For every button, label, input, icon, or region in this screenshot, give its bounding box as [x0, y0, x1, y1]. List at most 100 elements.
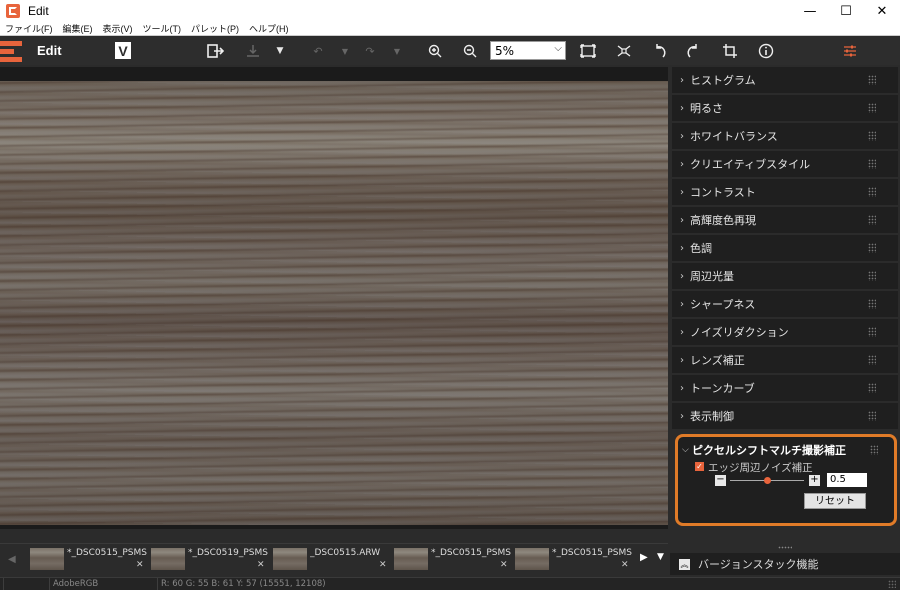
increase-button[interactable]: + [809, 475, 820, 486]
filmstrip-next-icon[interactable]: ▶ [640, 552, 648, 563]
zoom-value: 5% [495, 43, 515, 58]
close-icon[interactable]: ✕ [257, 560, 265, 570]
chevron-down-icon: ⌵ [682, 445, 689, 455]
chevron-right-icon: › [680, 242, 684, 254]
chevron-right-icon: › [680, 354, 684, 366]
minimize-button[interactable]: — [792, 0, 828, 22]
filmstrip-item[interactable]: *_DSC0515_PSMS ... ✕ [394, 546, 512, 574]
chevron-right-icon: › [680, 74, 684, 86]
filmstrip-item[interactable]: *_DSC0515_PSMS... ✕ [30, 546, 148, 574]
palette-sharpness[interactable]: › シャープネス [672, 291, 898, 317]
info-icon[interactable] [756, 41, 776, 61]
chevron-right-icon: › [680, 102, 684, 114]
drag-handle-icon[interactable] [868, 131, 876, 141]
chevron-right-icon: › [680, 158, 684, 170]
filmstrip-menu-icon[interactable]: ▼ [657, 552, 664, 562]
zoom-in-icon[interactable] [425, 41, 445, 61]
drag-handle-icon[interactable] [868, 103, 876, 113]
save-dropdown-icon[interactable]: ▼ [270, 41, 290, 61]
panel-splitter-handle[interactable] [778, 546, 792, 549]
window-title: Edit [28, 4, 49, 18]
save-icon[interactable] [243, 41, 263, 61]
viewer-switch-button[interactable]: V [115, 42, 131, 59]
drag-handle-icon[interactable] [868, 159, 876, 169]
palette-white-balance[interactable]: › ホワイトバランス [672, 123, 898, 149]
zoom-out-icon[interactable] [460, 41, 480, 61]
close-icon[interactable]: ✕ [621, 560, 629, 570]
resize-grip-icon[interactable] [888, 580, 896, 588]
palette-tone-curve[interactable]: › トーンカーブ [672, 375, 898, 401]
palette-highlight-color[interactable]: › 高輝度色再現 [672, 207, 898, 233]
actual-size-icon[interactable] [614, 41, 634, 61]
redo-dropdown-icon[interactable]: ▼ [387, 41, 407, 61]
menu-file[interactable]: ファイル(F) [0, 22, 58, 35]
drag-handle-icon[interactable] [868, 187, 876, 197]
undo-dropdown-icon[interactable]: ▼ [335, 41, 355, 61]
filmstrip-item[interactable]: *_DSC0515_PSMS ... ✕ [515, 546, 633, 574]
redo-icon[interactable]: ↷ [360, 41, 380, 61]
chevron-right-icon: › [680, 382, 684, 394]
edge-noise-value-input[interactable]: 0.5 [827, 473, 867, 487]
drag-handle-icon[interactable] [868, 411, 876, 421]
image-canvas[interactable] [0, 67, 668, 529]
thumbnail [273, 548, 307, 570]
drag-handle-icon[interactable] [868, 299, 876, 309]
maximize-button[interactable]: ☐ [828, 0, 864, 22]
filmstrip-prev-icon[interactable]: ◀ [8, 554, 16, 565]
expand-up-icon[interactable]: ︽ [679, 558, 690, 570]
version-stack-bar[interactable]: ︽ バージョンスタック機能 [670, 553, 900, 575]
close-icon[interactable]: ✕ [136, 560, 144, 570]
undo-icon[interactable]: ↶ [308, 41, 328, 61]
filmstrip-item[interactable]: *_DSC0519_PSMS1... ✕ [151, 546, 269, 574]
palette-tone[interactable]: › 色調 [672, 235, 898, 261]
crop-icon[interactable] [720, 41, 740, 61]
palette-vignetting[interactable]: › 周辺光量 [672, 263, 898, 289]
close-icon[interactable]: ✕ [500, 560, 508, 570]
filmstrip-item[interactable]: _DSC0515.ARW ✕ [273, 546, 391, 574]
close-icon[interactable]: ✕ [379, 560, 387, 570]
fit-to-window-icon[interactable] [578, 41, 598, 61]
pixel-info-status: R: 60 G: 55 B: 61 Y: 57 (15551, 12108) [157, 578, 557, 590]
adjustments-panel-icon[interactable] [840, 41, 860, 61]
drag-handle-icon[interactable] [868, 327, 876, 337]
chevron-right-icon: › [680, 270, 684, 282]
rotate-left-icon[interactable] [650, 41, 670, 61]
thumbnail [151, 548, 185, 570]
export-icon[interactable] [206, 41, 226, 61]
status-empty [3, 578, 49, 590]
slider-handle[interactable] [763, 477, 771, 484]
drag-handle-icon[interactable] [868, 383, 876, 393]
palette-pixel-shift-header[interactable]: ⌵ ピクセルシフトマルチ撮影補正 [682, 442, 846, 458]
drag-handle-icon[interactable] [868, 75, 876, 85]
thumbnail [30, 548, 64, 570]
toolbar: Edit V ▼ ↶ ▼ ↷ ▼ 5% ⌵ [0, 37, 900, 65]
edge-noise-label: エッジ周辺ノイズ補正 [708, 462, 813, 474]
title-bar: Edit — ☐ ✕ [0, 0, 900, 22]
reset-button[interactable]: リセット [804, 493, 866, 509]
palette-lens-correction[interactable]: › レンズ補正 [672, 347, 898, 373]
palette-contrast[interactable]: › コントラスト [672, 179, 898, 205]
drag-handle-icon[interactable] [868, 215, 876, 225]
close-button[interactable]: ✕ [864, 0, 900, 22]
drag-handle-icon[interactable] [868, 271, 876, 281]
zoom-select[interactable]: 5% ⌵ [490, 41, 566, 60]
palette-noise-reduction[interactable]: › ノイズリダクション [672, 319, 898, 345]
menu-tools[interactable]: ツール(T) [138, 22, 187, 35]
menu-edit[interactable]: 編集(E) [58, 22, 98, 35]
decrease-button[interactable]: − [715, 475, 726, 486]
edge-noise-checkbox[interactable]: ✓ [695, 462, 704, 471]
drag-handle-icon[interactable] [868, 243, 876, 253]
thumbnail [515, 548, 549, 570]
palette-creative-style[interactable]: › クリエイティブスタイル [672, 151, 898, 177]
drag-handle-icon[interactable] [868, 355, 876, 365]
menu-bar: ファイル(F) 編集(E) 表示(V) ツール(T) パレット(P) ヘルプ(H… [0, 22, 900, 36]
chevron-right-icon: › [680, 326, 684, 338]
rotate-right-icon[interactable] [683, 41, 703, 61]
menu-palette[interactable]: パレット(P) [186, 22, 244, 35]
palette-histogram[interactable]: › ヒストグラム [672, 67, 898, 93]
palette-display-control[interactable]: › 表示制御 [672, 403, 898, 429]
menu-help[interactable]: ヘルプ(H) [244, 22, 294, 35]
menu-view[interactable]: 表示(V) [98, 22, 138, 35]
drag-handle-icon[interactable] [870, 445, 878, 455]
palette-brightness[interactable]: › 明るさ [672, 95, 898, 121]
